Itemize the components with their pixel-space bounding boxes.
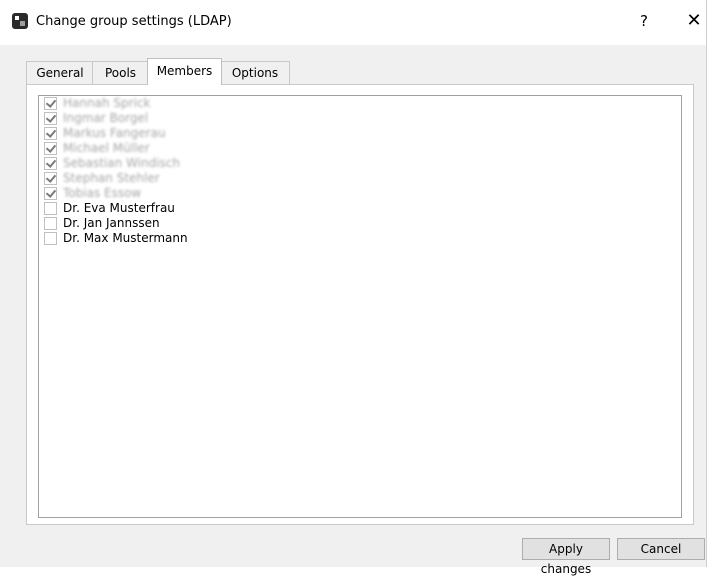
member-item[interactable]: Ingmar Borgel <box>39 111 681 126</box>
member-name: Sebastian Windisch <box>63 156 180 170</box>
close-icon[interactable]: ✕ <box>682 9 706 33</box>
tab-general[interactable]: General <box>26 61 94 84</box>
member-checkbox[interactable] <box>44 127 57 140</box>
member-name: Dr. Eva Musterfrau <box>63 201 175 215</box>
member-name: Ingmar Borgel <box>63 111 149 125</box>
member-item[interactable]: Markus Fangerau <box>39 126 681 141</box>
member-name: Markus Fangerau <box>63 126 166 140</box>
member-name: Michael Müller <box>63 141 150 155</box>
member-item[interactable]: Dr. Max Mustermann <box>39 231 681 246</box>
member-item[interactable]: Tobias Essow <box>39 186 681 201</box>
member-item[interactable]: Dr. Jan Jannssen <box>39 216 681 231</box>
member-checkbox[interactable] <box>44 187 57 200</box>
member-item[interactable]: Michael Müller <box>39 141 681 156</box>
member-checkbox[interactable] <box>44 112 57 125</box>
member-item[interactable]: Hannah Sprick <box>39 96 681 111</box>
member-checkbox[interactable] <box>44 97 57 110</box>
member-list[interactable]: Hannah Sprick Ingmar Borgel Markus Fangera… <box>38 95 682 518</box>
cancel-button[interactable]: Cancel <box>617 538 705 560</box>
member-checkbox[interactable] <box>44 217 57 230</box>
member-name: Dr. Max Mustermann <box>63 231 188 245</box>
member-name: Dr. Jan Jannssen <box>63 216 160 230</box>
app-icon <box>12 13 28 29</box>
member-name: Tobias Essow <box>63 186 142 200</box>
member-checkbox[interactable] <box>44 232 57 245</box>
tab-options[interactable]: Options <box>220 61 290 84</box>
apply-changes-button[interactable]: Apply changes <box>522 538 610 576</box>
tab-pools[interactable]: Pools <box>92 61 149 84</box>
member-checkbox[interactable] <box>44 202 57 215</box>
member-item[interactable]: Sebastian Windisch <box>39 156 681 171</box>
tab-members[interactable]: Members <box>147 58 222 85</box>
member-checkbox[interactable] <box>44 157 57 170</box>
title-bar: Change group settings (LDAP) ? ✕ <box>0 0 707 45</box>
member-item[interactable]: Dr. Eva Musterfrau <box>39 201 681 216</box>
dialog-body: General Pools Members Options Hannah Spr… <box>0 45 707 576</box>
help-button[interactable]: ? <box>640 12 648 30</box>
member-name: Stephan Stehler <box>63 171 160 185</box>
window-title: Change group settings (LDAP) <box>36 14 232 29</box>
member-checkbox[interactable] <box>44 142 57 155</box>
member-name: Hannah Sprick <box>63 96 151 110</box>
member-checkbox[interactable] <box>44 172 57 185</box>
member-item[interactable]: Stephan Stehler <box>39 171 681 186</box>
members-panel: Hannah Sprick Ingmar Borgel Markus Fangera… <box>26 84 694 525</box>
